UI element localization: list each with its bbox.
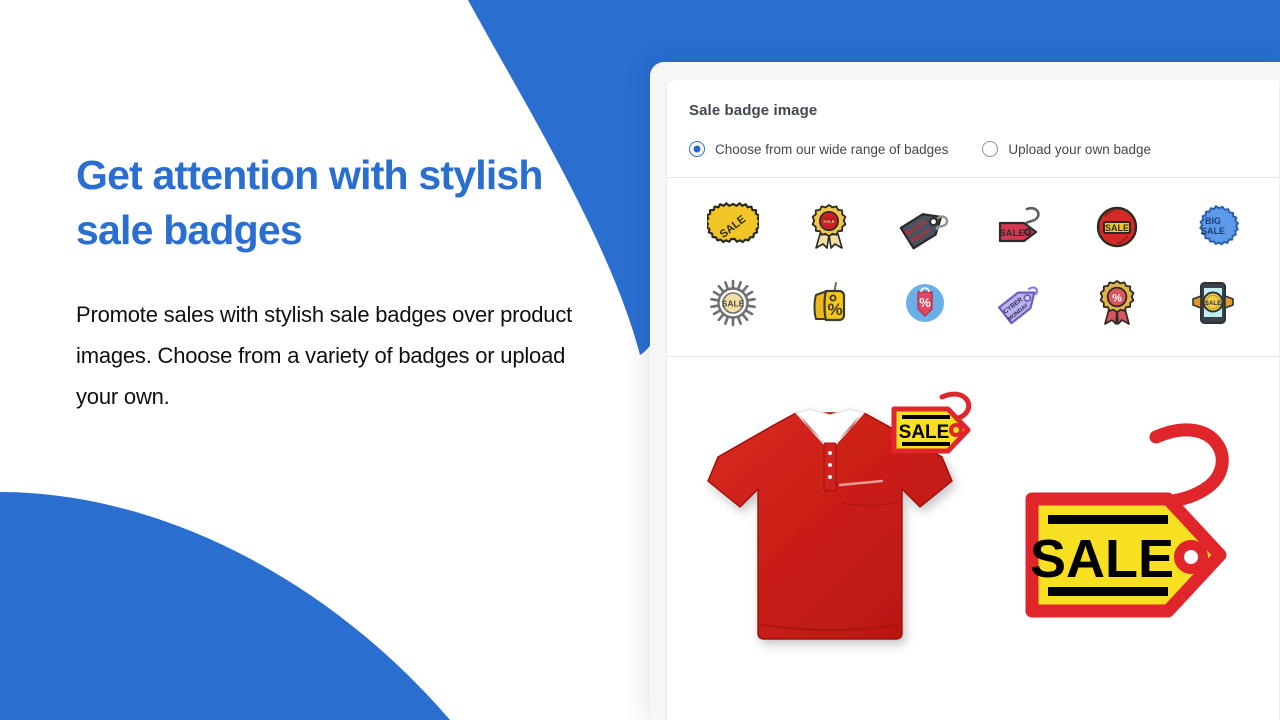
badge-option-yellow-starburst-sale[interactable]: SALE bbox=[685, 192, 781, 262]
large-sale-tag-icon: SALE bbox=[1025, 423, 1229, 617]
badge-option-blue-circle-percent-tag[interactable]: % bbox=[877, 268, 973, 338]
gold-red-award-rosette-icon: SALE bbox=[811, 204, 847, 249]
svg-text:SALE: SALE bbox=[1030, 529, 1174, 589]
badge-option-gold-red-award-rosette[interactable]: SALE bbox=[781, 192, 877, 262]
blue-scalloped-big-sale-icon: BIG SALE bbox=[1199, 205, 1239, 246]
product-preview-shirt: SALE bbox=[700, 385, 972, 665]
red-percent-rosette-icon: % bbox=[1099, 280, 1135, 325]
overlay-sale-badge: SALE bbox=[891, 391, 972, 453]
red-circle-sale-stamp-icon: SALE bbox=[1096, 206, 1138, 248]
svg-text:SALE: SALE bbox=[722, 298, 745, 308]
radio-option-upload-own-badge[interactable]: Upload your own badge bbox=[982, 141, 1151, 157]
badge-option-cyber-monday-tag[interactable]: CYBER MONDAY bbox=[973, 268, 1069, 338]
svg-text:SALE: SALE bbox=[899, 422, 950, 443]
cyber-monday-purple-tag-icon: CYBER MONDAY bbox=[997, 286, 1039, 325]
app-panel-frame: Sale badge image Choose from our wide ra… bbox=[650, 62, 1280, 720]
badge-option-yellow-percent-tags[interactable]: % bbox=[781, 268, 877, 338]
page-title: Get attention with stylish sale badges bbox=[76, 152, 543, 253]
radio-button-unselected[interactable] bbox=[982, 141, 999, 157]
promo-banner: Get attention with stylish sale badges P… bbox=[0, 0, 1280, 720]
radio-label-choose-from-badges: Choose from our wide range of badges bbox=[715, 141, 949, 157]
svg-text:%: % bbox=[919, 295, 931, 310]
blue-circle-percent-tag-icon: % bbox=[906, 284, 944, 322]
blue-wave-shape-bottom bbox=[0, 492, 450, 720]
radio-button-selected[interactable] bbox=[689, 141, 705, 157]
badge-option-gray-gear-sale-seal[interactable]: SALE bbox=[685, 268, 781, 338]
svg-text:SALE: SALE bbox=[999, 228, 1024, 239]
badge-option-red-sale-tag[interactable]: SALE bbox=[973, 192, 1069, 262]
svg-text:SALE: SALE bbox=[823, 219, 835, 224]
badge-option-mobile-phone-sale[interactable]: SALE bbox=[1165, 268, 1261, 338]
red-sale-tag-with-hook-icon: SALE bbox=[998, 207, 1040, 243]
radio-label-upload-own-badge: Upload your own badge bbox=[1008, 141, 1151, 157]
badge-preview-area: SALE SALE bbox=[667, 357, 1279, 692]
promo-copy: Get attention with stylish sale badges P… bbox=[76, 148, 616, 418]
large-sale-tag-preview: SALE bbox=[1016, 415, 1246, 635]
svg-text:BIG: BIG bbox=[1205, 216, 1221, 226]
svg-text:%: % bbox=[1112, 292, 1122, 304]
svg-text:SALE: SALE bbox=[1205, 300, 1222, 307]
gray-gear-sale-seal-icon: SALE bbox=[710, 279, 756, 327]
svg-text:SALE: SALE bbox=[1105, 223, 1129, 233]
svg-text:%: % bbox=[827, 300, 842, 319]
yellow-percent-tags-icon: % bbox=[813, 282, 846, 322]
badge-option-black-friday-tag[interactable]: BLACK FRIDAY bbox=[877, 192, 973, 262]
badge-source-radio-group: Choose from our wide range of badges Upl… bbox=[689, 141, 1257, 157]
sale-badge-card: Sale badge image Choose from our wide ra… bbox=[667, 80, 1279, 720]
section-title: Sale badge image bbox=[689, 102, 818, 119]
promo-description: Promote sales with stylish sale badges o… bbox=[76, 302, 573, 409]
black-friday-price-tag-icon: BLACK FRIDAY bbox=[899, 213, 949, 250]
mobile-phone-sale-icon: SALE bbox=[1192, 282, 1234, 324]
badge-option-red-circle-sale-stamp[interactable]: SALE bbox=[1069, 192, 1165, 262]
svg-text:SALE: SALE bbox=[1201, 226, 1225, 236]
yellow-starburst-sale-icon: SALE bbox=[707, 202, 759, 244]
badge-option-red-percent-rosette[interactable]: % bbox=[1069, 268, 1165, 338]
sale-badge-image-section: Sale badge image Choose from our wide ra… bbox=[667, 80, 1279, 177]
badge-option-blue-big-sale[interactable]: BIG SALE bbox=[1165, 192, 1261, 262]
badge-picker-grid: SALE SALE BLACK FRIDAY SALE SALE BIG SAL… bbox=[667, 178, 1279, 356]
radio-option-choose-from-badges[interactable]: Choose from our wide range of badges bbox=[689, 141, 948, 157]
